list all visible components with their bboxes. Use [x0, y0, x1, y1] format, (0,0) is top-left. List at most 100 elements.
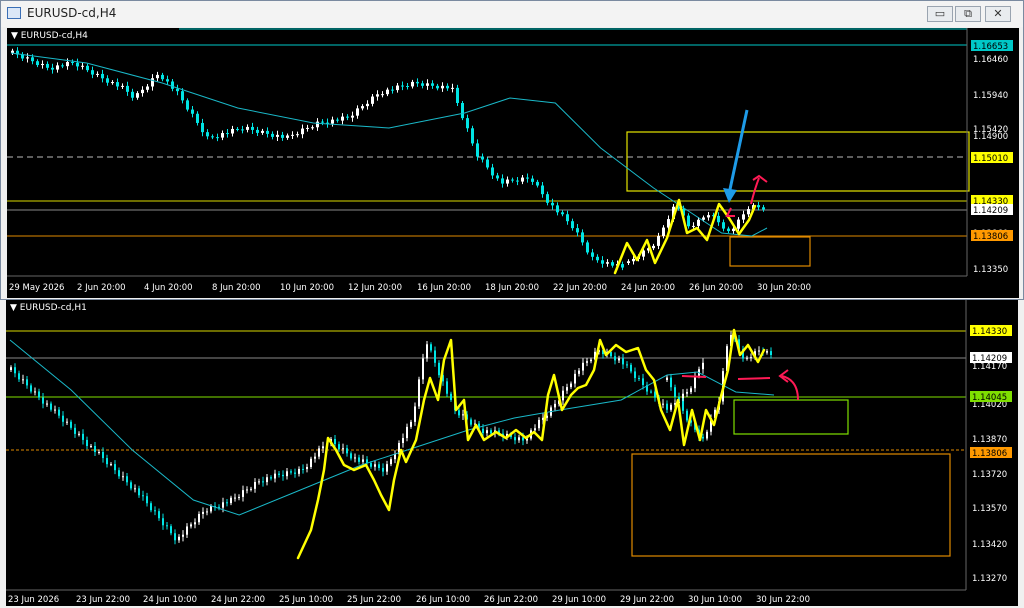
h1-candlestick-chart[interactable]: 1.141701.140201.138701.137201.135701.134…	[6, 300, 1018, 606]
h1-time-tick: 26 Jun 10:00	[416, 595, 470, 605]
h4-candle	[301, 128, 304, 135]
h1-candle	[182, 534, 184, 537]
h4-candle	[166, 79, 169, 82]
h4-candle	[221, 133, 224, 138]
h1-chart-pane[interactable]: 1.14170 1.14020 1.13870 1.13720 1.13570 1.134…	[6, 300, 1018, 606]
h4b-candle	[652, 245, 655, 249]
h4-candle	[126, 85, 129, 92]
h4-candle	[396, 85, 399, 91]
h1-candle	[370, 463, 372, 467]
h1-candle	[274, 473, 276, 479]
h4-candle	[41, 63, 44, 66]
h4-candle	[146, 86, 149, 90]
h1-price-tag: 1.13806	[972, 449, 1007, 459]
h1-time-tick: 23 Jun 22:00	[76, 595, 130, 605]
h4b-candle	[657, 236, 660, 246]
h4-candle	[226, 133, 229, 135]
h4-candle	[66, 61, 69, 67]
h4b-candle	[737, 219, 740, 229]
window-titlebar[interactable]: EURUSD-cd,H4 ▭ ⧉ ✕	[1, 1, 1023, 27]
h1-red-underline-2	[737, 377, 771, 380]
h4-candle	[321, 121, 324, 123]
h1-candle	[386, 464, 388, 472]
h4-candle	[61, 65, 64, 67]
h4-candle	[501, 178, 504, 184]
h1-candle	[30, 385, 32, 392]
h1-candle	[622, 358, 624, 365]
h1-candle	[426, 344, 428, 359]
h1-candle	[690, 388, 692, 393]
h1-price-tick: 1.13870	[972, 435, 1007, 445]
h1-candle	[26, 379, 28, 386]
h1-time-tick: 25 Jun 22:00	[347, 595, 401, 605]
h1b-candle	[682, 401, 684, 411]
h1b-candle	[750, 357, 752, 359]
h1-candle	[298, 468, 300, 474]
h1-candle	[650, 391, 652, 393]
h4b-candle	[747, 209, 750, 215]
h1-candle	[14, 367, 16, 374]
h4-candle	[446, 85, 449, 89]
h4-candle	[436, 85, 439, 89]
h4-candle	[496, 175, 499, 179]
h1-candle	[226, 502, 228, 504]
h4-price-tag: 1.15010	[973, 154, 1008, 164]
h1-candle	[42, 397, 44, 404]
h1-time-tick: 29 Jun 22:00	[620, 595, 674, 605]
h4-price-tag: 1.16653	[973, 42, 1008, 52]
h4-candle	[551, 202, 554, 206]
h4-candle	[31, 57, 34, 62]
h1-candle	[406, 426, 408, 439]
h4-candle	[526, 177, 529, 179]
h4-candle	[586, 242, 589, 253]
h1-candle	[382, 467, 384, 472]
h1-candle	[58, 409, 60, 416]
h1-candle	[202, 511, 204, 515]
h4-time-tick: 18 Jun 20:00	[485, 283, 539, 293]
h1-candle	[206, 511, 208, 513]
restore-button[interactable]: ⧉	[955, 6, 981, 22]
h4-candle	[176, 88, 179, 92]
h1-candle	[410, 421, 412, 427]
h1-candle	[450, 393, 452, 400]
h4-candle	[621, 264, 624, 268]
h1-candle	[294, 472, 296, 474]
h1-candle	[146, 496, 148, 504]
h1-candle	[378, 464, 380, 468]
h1-candle	[350, 453, 352, 459]
h1b-candle	[706, 431, 708, 439]
h4-candle	[141, 89, 144, 94]
h4-time-tick: 10 Jun 20:00	[280, 283, 334, 293]
h4-candlestick-chart[interactable]: 1.164601.159401.154201.149001.138601.133…	[7, 28, 1019, 298]
h4-candle	[211, 136, 214, 138]
h4-candle	[291, 134, 294, 136]
h1-candle	[178, 536, 180, 541]
h4-candle	[336, 119, 339, 121]
minimize-button[interactable]: ▭	[927, 6, 953, 22]
h4b-candle	[762, 207, 765, 210]
h1-candle	[470, 419, 472, 425]
h4-time-tick: 24 Jun 20:00	[621, 283, 675, 293]
h1-candle	[134, 488, 136, 490]
h4-candle	[596, 256, 599, 261]
close-button[interactable]: ✕	[985, 6, 1011, 22]
h1-candle	[662, 403, 664, 405]
h1-candle	[390, 459, 392, 465]
h1-candle	[586, 361, 588, 363]
h1-candle	[114, 464, 116, 471]
h1-candle	[374, 464, 376, 467]
h4-background	[7, 28, 1019, 298]
h4-candle	[381, 94, 384, 96]
h4b-candle	[722, 222, 725, 229]
h4-price-tick: 1.13350	[973, 265, 1008, 275]
h1-candle	[618, 358, 620, 361]
h1-candle	[534, 428, 536, 431]
h4-candle	[401, 85, 404, 87]
h4-chart-pane[interactable]: 1.164601.159401.154201.149001.138601.133…	[7, 28, 1019, 298]
h1-candle	[250, 488, 252, 490]
h1-candle	[578, 370, 580, 374]
h1-candle	[138, 488, 140, 496]
h1b-candle	[766, 351, 768, 353]
h1-candle	[570, 383, 572, 388]
h1-candle	[74, 427, 76, 434]
